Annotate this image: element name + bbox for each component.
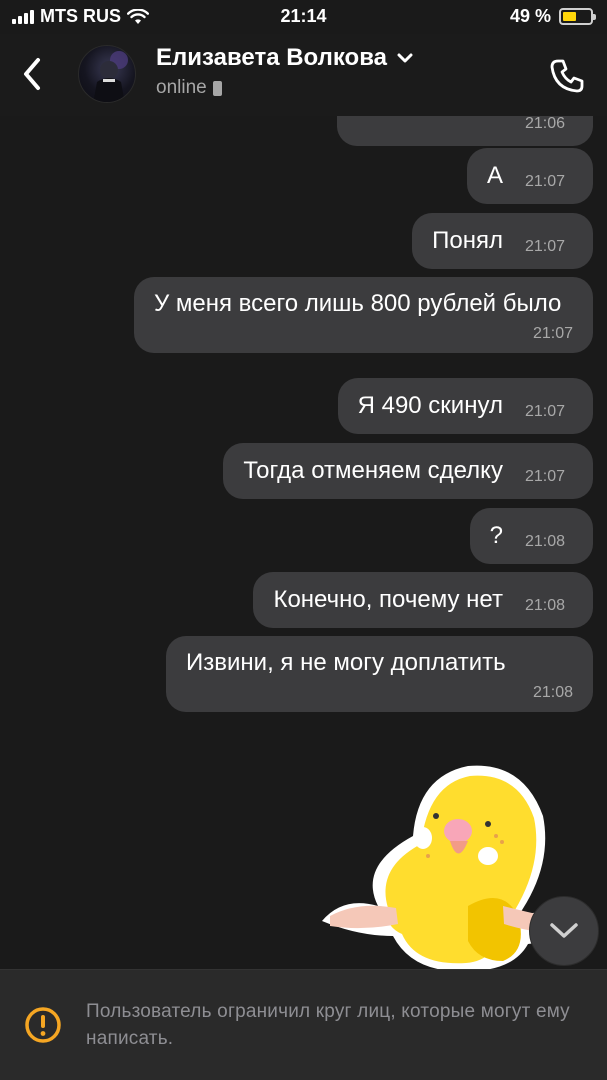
- chevron-down-icon: [397, 53, 413, 63]
- message-text: У меня всего лишь 800 рублей было: [154, 290, 562, 317]
- message-text: А: [486, 162, 503, 189]
- call-button[interactable]: [545, 54, 589, 98]
- message-time: 21:07: [524, 403, 565, 420]
- battery-icon: [559, 8, 596, 25]
- message-text: Извини, я не могу доплатить: [186, 649, 506, 676]
- battery-fill: [563, 12, 576, 21]
- chat-header: Елизавета Волкова online: [0, 34, 607, 116]
- message-bubble[interactable]: Я 490 скинул 21:07: [337, 378, 593, 434]
- message-time: 21:07: [524, 173, 565, 190]
- message-text: Я 490 скинул: [357, 392, 503, 419]
- message-time: 21:08: [532, 684, 573, 701]
- message-text: Конечно, почему нет: [273, 586, 503, 613]
- battery-percent: 49 %: [509, 6, 551, 26]
- contact-name-group[interactable]: Елизавета Волкова: [156, 44, 413, 72]
- message-time: 21:06: [524, 116, 565, 132]
- message-time: 21:07: [524, 238, 565, 255]
- contact-status: online: [156, 77, 222, 99]
- message-list[interactable]: 21:06 А 21:07 Понял 21:07 У меня всего л…: [0, 116, 607, 969]
- message-bubble[interactable]: Конечно, почему нет 21:08: [253, 572, 593, 628]
- message-bubble[interactable]: А 21:07: [466, 148, 593, 204]
- message-bubble[interactable]: Понял 21:07: [412, 213, 593, 269]
- avatar[interactable]: [78, 45, 136, 103]
- scroll-down-button[interactable]: [529, 896, 599, 966]
- message-text: ?: [489, 522, 503, 549]
- message-time: 21:08: [524, 597, 565, 614]
- phone-icon: [550, 59, 584, 93]
- message-time: 21:07: [524, 468, 565, 485]
- message-bubble[interactable]: 21:06: [337, 116, 593, 146]
- restriction-text: Пользователь ограничил круг лиц, которые…: [86, 1001, 570, 1049]
- back-button[interactable]: [14, 52, 50, 96]
- status-bar: MTS RUS 21:14 49 %: [0, 0, 607, 34]
- message-bubble[interactable]: ? 21:08: [469, 508, 593, 564]
- chevron-down-icon: [550, 923, 578, 938]
- message-bubble[interactable]: У меня всего лишь 800 рублей было 21:07: [134, 277, 593, 353]
- message-text: Тогда отменяем сделку: [243, 457, 503, 484]
- message-time: 21:08: [524, 533, 565, 550]
- restriction-notice: Пользователь ограничил круг лиц, которые…: [0, 969, 607, 1080]
- chevron-left-icon: [24, 58, 40, 90]
- message-time: 21:07: [532, 325, 573, 342]
- warning-icon: [25, 1007, 61, 1043]
- mobile-device-icon: [212, 80, 222, 96]
- message-text: Понял: [432, 227, 503, 254]
- avatar-image: [93, 51, 128, 102]
- message-bubble[interactable]: Извини, я не могу доплатить 21:08: [166, 636, 593, 712]
- contact-name: Елизавета Волкова: [156, 44, 387, 71]
- status-label: online: [156, 77, 207, 98]
- message-bubble[interactable]: Тогда отменяем сделку 21:07: [223, 443, 593, 499]
- battery-group: 49 %: [509, 6, 596, 27]
